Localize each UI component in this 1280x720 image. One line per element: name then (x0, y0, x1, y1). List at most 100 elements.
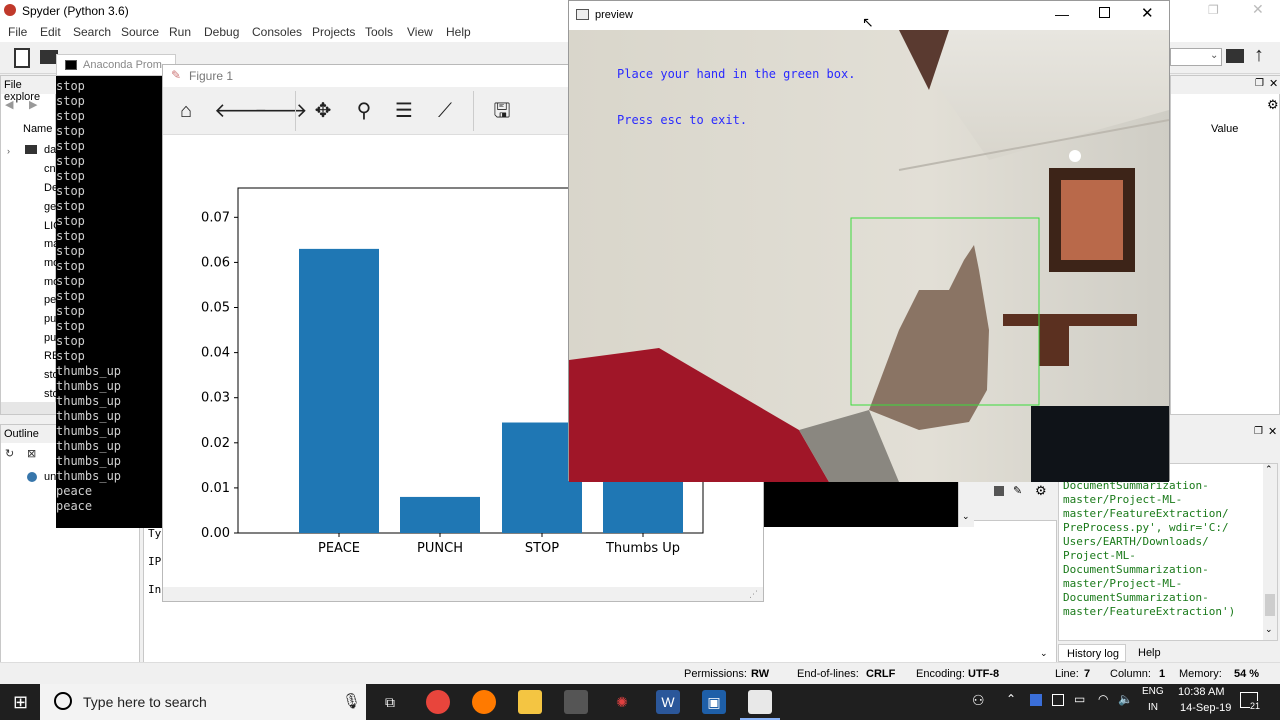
horizontal-scrollbar[interactable] (1, 402, 57, 414)
volume-icon[interactable]: 🔈 (1118, 692, 1133, 706)
undock-icon[interactable]: ❐ (1255, 78, 1264, 89)
file-item[interactable]: da (44, 144, 56, 156)
lang-in[interactable]: IN (1148, 702, 1158, 713)
pane-close-icon[interactable]: ✕ (1268, 425, 1277, 438)
console-line: In (148, 583, 162, 596)
home-icon[interactable]: ⌂ (174, 99, 198, 123)
outline-item[interactable]: un (44, 471, 56, 483)
clock-time[interactable]: 10:38 AM (1178, 686, 1224, 698)
value-column-header[interactable]: Value (1211, 123, 1238, 135)
console-line: IP (148, 555, 162, 568)
file-item[interactable]: ge (44, 201, 56, 213)
wifi-icon[interactable]: ◠ (1098, 692, 1108, 706)
memory-value: 54 % (1234, 668, 1260, 680)
pan-icon[interactable]: ✥ (311, 99, 335, 123)
scroll-thumb[interactable] (1265, 594, 1275, 616)
y-tick-label: 0.05 (201, 301, 230, 316)
menu-consoles[interactable]: Consoles (252, 25, 302, 39)
gear-icon[interactable]: ⚙ (1267, 97, 1279, 113)
spyder-window-title: Spyder (Python 3.6) (22, 4, 129, 18)
console-output-line: thumbs_up (56, 409, 122, 423)
eraser-icon[interactable]: ✎ (1013, 484, 1022, 497)
line-label: Line: (1055, 668, 1079, 680)
refresh-icon[interactable]: ↻ (5, 447, 14, 460)
clock-date[interactable]: 14-Sep-19 (1180, 702, 1231, 714)
encoding-value: UTF-8 (968, 668, 1000, 680)
gear-icon[interactable]: ⚙ (1035, 483, 1047, 499)
terminal-icon[interactable] (564, 690, 588, 714)
back-arrow-icon[interactable]: 🡐 (214, 99, 268, 123)
chevron-down-icon[interactable]: ⌄ (1040, 648, 1048, 659)
forward-icon[interactable]: ▶ (29, 98, 37, 111)
preview-window-icon[interactable] (748, 690, 772, 714)
parent-dir-icon[interactable]: ↑ (1254, 44, 1264, 67)
chevron-down-icon[interactable]: ⌄ (962, 511, 970, 522)
file-item[interactable]: pe (44, 294, 56, 306)
file-item[interactable]: pu (44, 332, 56, 344)
edit-axis-icon[interactable]: ⟋ (433, 99, 457, 123)
console-output-line: stop (56, 184, 85, 198)
restore-icon[interactable]: ❐ (1208, 3, 1219, 17)
chevron-down-icon[interactable]: ⌄ (1210, 50, 1218, 61)
pane-close-icon[interactable]: ✕ (1269, 77, 1278, 90)
file-item[interactable]: pu (44, 313, 56, 325)
cortana-icon (54, 692, 72, 710)
resize-grip-icon[interactable]: ⋰ (749, 589, 758, 600)
minimize-icon[interactable]: — (1055, 6, 1069, 22)
menu-search[interactable]: Search (73, 25, 111, 39)
browse-folder-icon[interactable] (1226, 49, 1244, 63)
tray-chevron-icon[interactable]: ⌃ (1006, 692, 1016, 706)
menu-source[interactable]: Source (121, 25, 159, 39)
console-scrollbar[interactable]: ⌄ (958, 481, 974, 527)
people-icon[interactable]: ⚇ (972, 692, 985, 709)
menu-debug[interactable]: Debug (204, 25, 239, 39)
history-scrollbar[interactable]: ⌃ ⌄ (1263, 464, 1277, 640)
console-line: Ty (148, 527, 162, 540)
file-item[interactable]: cn (44, 163, 56, 175)
chrome-icon[interactable] (426, 690, 450, 714)
back-icon[interactable]: ◀ (5, 98, 13, 111)
console-output-line: thumbs_up (56, 394, 122, 408)
tab-history-log-label[interactable]: History log (1067, 648, 1119, 660)
firefox-icon[interactable] (472, 690, 496, 714)
save-icon[interactable]: 🖫 (490, 99, 514, 123)
taskbar-search[interactable]: Type here to search 🎙 (40, 684, 366, 720)
menu-projects[interactable]: Projects (312, 25, 355, 39)
lang-eng[interactable]: ENG (1142, 686, 1164, 697)
maximize-icon[interactable] (1099, 7, 1110, 18)
close-icon[interactable]: ✕ (1252, 1, 1264, 18)
spyder-taskbar-icon[interactable]: ✺ (610, 690, 634, 714)
tray-app-icon[interactable] (1052, 694, 1064, 706)
chevron-down-icon[interactable]: ⌄ (1265, 624, 1273, 635)
menu-file[interactable]: File (8, 25, 27, 39)
toolbar-divider (295, 91, 296, 131)
battery-icon[interactable]: ▭ (1074, 692, 1085, 706)
menu-run[interactable]: Run (169, 25, 191, 39)
preview-window: preview — ✕ Place your hand in the green… (568, 0, 1170, 482)
forward-arrow-icon[interactable]: 🡒 (254, 99, 308, 123)
menu-view[interactable]: View (407, 25, 433, 39)
stop-icon[interactable] (994, 486, 1004, 496)
expand-arrow-icon[interactable]: › (7, 146, 10, 156)
close-icon[interactable]: ✕ (1141, 4, 1154, 22)
search-placeholder[interactable]: Type here to search (83, 694, 207, 710)
tab-help[interactable]: Help (1138, 647, 1161, 659)
menu-edit[interactable]: Edit (40, 25, 61, 39)
word-icon[interactable]: W (656, 690, 680, 714)
zoom-icon[interactable]: ⚲ (352, 99, 376, 123)
new-file-icon[interactable] (14, 48, 30, 68)
file-explorer-icon[interactable] (518, 690, 542, 714)
task-view-icon[interactable]: ⧉ (378, 690, 402, 714)
undock-icon[interactable]: ❐ (1254, 426, 1263, 437)
chevron-up-icon[interactable]: ⌃ (1265, 464, 1273, 475)
tray-app-icon[interactable] (1030, 694, 1042, 706)
menu-help[interactable]: Help (446, 25, 471, 39)
name-column-header[interactable]: Name (23, 123, 52, 135)
windows-start-icon[interactable]: ⊞ (13, 692, 28, 713)
y-tick-label: 0.07 (201, 210, 230, 225)
microphone-icon[interactable]: 🎙 (342, 692, 361, 710)
python-window-icon[interactable]: ▣ (702, 690, 726, 714)
menu-tools[interactable]: Tools (365, 25, 393, 39)
subplots-icon[interactable]: ☰ (392, 99, 416, 123)
collapse-icon[interactable]: ⊠ (27, 447, 36, 460)
